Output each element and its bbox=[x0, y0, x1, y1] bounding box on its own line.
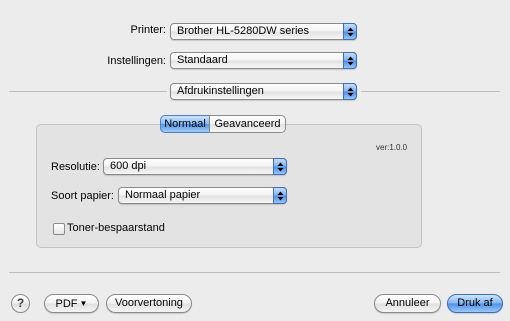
paper-type-label: Soort papier: bbox=[51, 190, 114, 202]
presets-value: Standaard bbox=[177, 54, 228, 66]
resolution-value: 600 dpi bbox=[110, 160, 147, 172]
toner-save-label: Toner-bespaarstand bbox=[67, 222, 165, 234]
presets-popup[interactable]: Standaard bbox=[170, 52, 357, 69]
popup-arrows-icon bbox=[273, 187, 287, 204]
printer-popup[interactable]: Brother HL-5280DW series bbox=[170, 23, 357, 40]
pdf-button[interactable]: PDF ▼ bbox=[44, 294, 99, 313]
tab-normaal[interactable]: Normaal bbox=[160, 115, 210, 133]
panel-value: Afdrukinstellingen bbox=[177, 85, 264, 97]
preview-button[interactable]: Voorvertoning bbox=[106, 294, 192, 313]
separator-line bbox=[9, 91, 167, 92]
paper-type-popup[interactable]: Normaal papier bbox=[118, 187, 287, 204]
popup-arrows-icon bbox=[273, 158, 287, 175]
pdf-label: PDF bbox=[55, 298, 78, 310]
printer-label: Printer: bbox=[130, 24, 166, 36]
version-text: ver:1.0.0 bbox=[376, 143, 408, 152]
separator-line bbox=[9, 272, 500, 273]
popup-arrows-icon bbox=[343, 23, 357, 40]
cancel-button[interactable]: Annuleer bbox=[374, 294, 441, 313]
resolution-popup[interactable]: 600 dpi bbox=[103, 158, 287, 175]
tab-geavanceerd[interactable]: Geavanceerd bbox=[209, 115, 286, 133]
paper-type-value: Normaal papier bbox=[125, 189, 201, 201]
toner-save-checkbox[interactable] bbox=[53, 223, 65, 235]
popup-arrows-icon bbox=[343, 83, 357, 100]
printer-value: Brother HL-5280DW series bbox=[177, 25, 310, 37]
resolution-label: Resolutie: bbox=[51, 161, 100, 173]
presets-label: Instellingen: bbox=[107, 55, 166, 67]
popup-arrows-icon bbox=[343, 52, 357, 69]
print-button[interactable]: Druk af bbox=[447, 294, 503, 313]
help-button[interactable]: ? bbox=[11, 294, 30, 313]
panel-popup[interactable]: Afdrukinstellingen bbox=[170, 83, 357, 100]
separator-line bbox=[361, 91, 500, 92]
triangle-down-icon: ▼ bbox=[79, 299, 88, 308]
